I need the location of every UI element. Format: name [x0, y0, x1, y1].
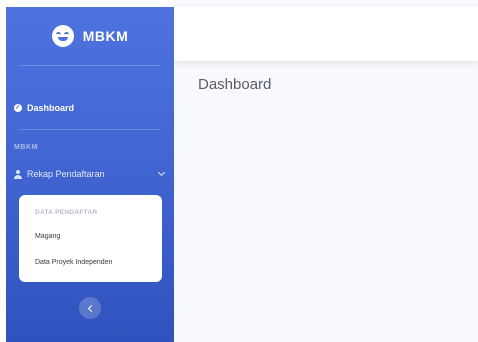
- submenu-item-data-proyek-independen[interactable]: Data Proyek Independen: [35, 259, 112, 266]
- chevron-down-icon: [157, 168, 166, 177]
- submenu-header: DATA PENDAFTAR: [35, 209, 98, 216]
- sidebar: MBKM Dashboard MBKM Rekap Pendaftaran DA…: [6, 7, 174, 342]
- smile-icon: [51, 25, 74, 47]
- sidebar-divider: [20, 65, 160, 66]
- sidebar-heading: MBKM: [14, 144, 39, 151]
- rekap-submenu: DATA PENDAFTAR Magang Data Proyek Indepe…: [19, 195, 162, 282]
- chevron-left-icon: [87, 304, 95, 312]
- dashboard-icon: [14, 104, 22, 112]
- sidebar-divider: [20, 129, 160, 130]
- sidebar-item-label: Rekap Pendaftaran: [27, 169, 105, 179]
- sidebar-item-dashboard[interactable]: Dashboard: [14, 103, 74, 113]
- brand-name: MBKM: [82, 28, 129, 44]
- sidebar-toggle-button[interactable]: [79, 297, 101, 319]
- page-title: Dashboard: [198, 76, 272, 93]
- brand-link[interactable]: MBKM: [6, 7, 174, 65]
- sidebar-item-label: Dashboard: [27, 103, 75, 113]
- topbar: [174, 7, 478, 61]
- app-root: Dashboard MBKM Dashboard MBKM Rekap Pend…: [0, 0, 478, 342]
- sidebar-item-rekap-pendaftaran[interactable]: Rekap Pendaftaran: [14, 168, 168, 179]
- user-icon: [14, 169, 22, 179]
- submenu-item-magang[interactable]: Magang: [35, 233, 60, 240]
